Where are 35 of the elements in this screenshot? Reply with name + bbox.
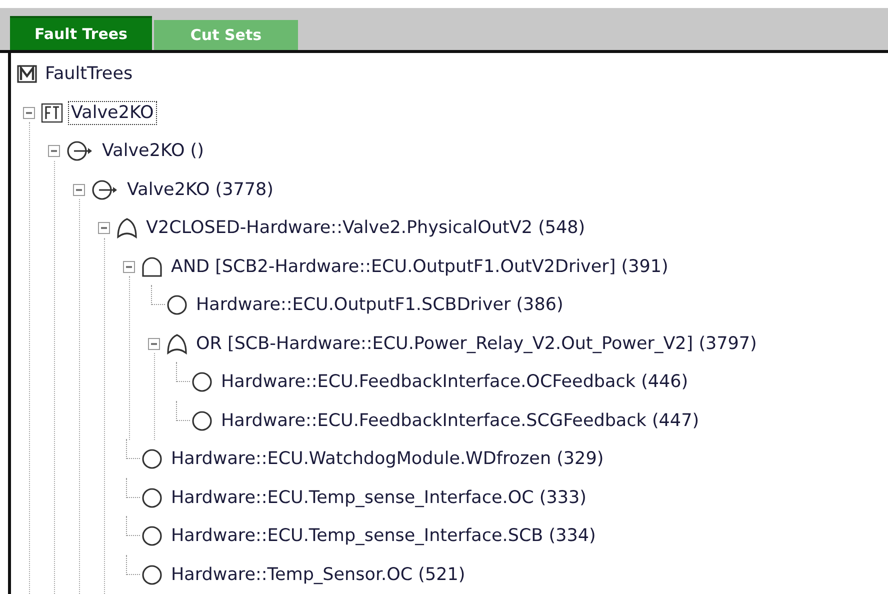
and-gate-icon	[141, 256, 163, 278]
basic-event-icon	[141, 448, 163, 470]
tree-node-label[interactable]: Hardware::ECU.Temp_sense_Interface.OC (333)	[169, 486, 588, 509]
tree-node-label[interactable]: OR [SCB-Hardware::ECU.Power_Relay_V2.Out_Power_V2] (3797)	[194, 332, 759, 355]
or-gate-icon	[116, 217, 138, 240]
tree-node-label[interactable]: Valve2KO ()	[100, 140, 206, 162]
collapse-toggle[interactable]	[23, 106, 35, 119]
tree-node-label[interactable]: Hardware::ECU.FeedbackInterface.OCFeedback (446)	[219, 371, 690, 394]
tree-node-label[interactable]: V2CLOSED-Hardware::Valve2.PhysicalOutV2 (548)	[144, 217, 588, 240]
transfer-gate-icon	[91, 178, 119, 201]
tree-node-label[interactable]: Hardware::ECU.FeedbackInterface.SCGFeedback (447)	[219, 410, 702, 432]
tree-node-label[interactable]: Hardware::Temp_Sensor.OC (521)	[169, 564, 468, 586]
basic-event-icon	[141, 564, 163, 586]
basic-event-icon	[141, 525, 163, 548]
transfer-gate-icon	[66, 140, 94, 162]
fault-tree-icon	[41, 102, 63, 123]
collapse-toggle[interactable]	[148, 338, 160, 350]
tree-node-label[interactable]: Valve2KO (3778)	[125, 178, 276, 201]
basic-event-icon	[166, 294, 188, 316]
tree-node-label[interactable]: AND [SCB2-Hardware::ECU.OutputF1.OutV2Driver] (391)	[169, 256, 670, 278]
collapse-toggle[interactable]	[123, 260, 135, 273]
model-icon	[17, 65, 37, 84]
or-gate-icon	[166, 332, 188, 355]
collapse-toggle[interactable]	[98, 222, 110, 234]
collapse-toggle[interactable]	[48, 145, 60, 158]
basic-event-icon	[191, 410, 213, 432]
tree-node-label[interactable]: Hardware::ECU.WatchdogModule.WDfrozen (329)	[169, 448, 606, 470]
collapse-toggle[interactable]	[73, 184, 85, 196]
tree-node-label[interactable]: Hardware::ECU.Temp_sense_Interface.SCB (334)	[169, 525, 598, 548]
tree-node-label[interactable]: FaultTrees	[43, 63, 135, 86]
tree-node-label[interactable]: Valve2KO	[69, 102, 156, 124]
tree-node-label[interactable]: Hardware::ECU.OutputF1.SCBDriver (386)	[194, 294, 566, 316]
basic-event-icon	[141, 486, 163, 509]
basic-event-icon	[191, 371, 213, 394]
tab[interactable]: Fault Trees	[10, 16, 152, 50]
